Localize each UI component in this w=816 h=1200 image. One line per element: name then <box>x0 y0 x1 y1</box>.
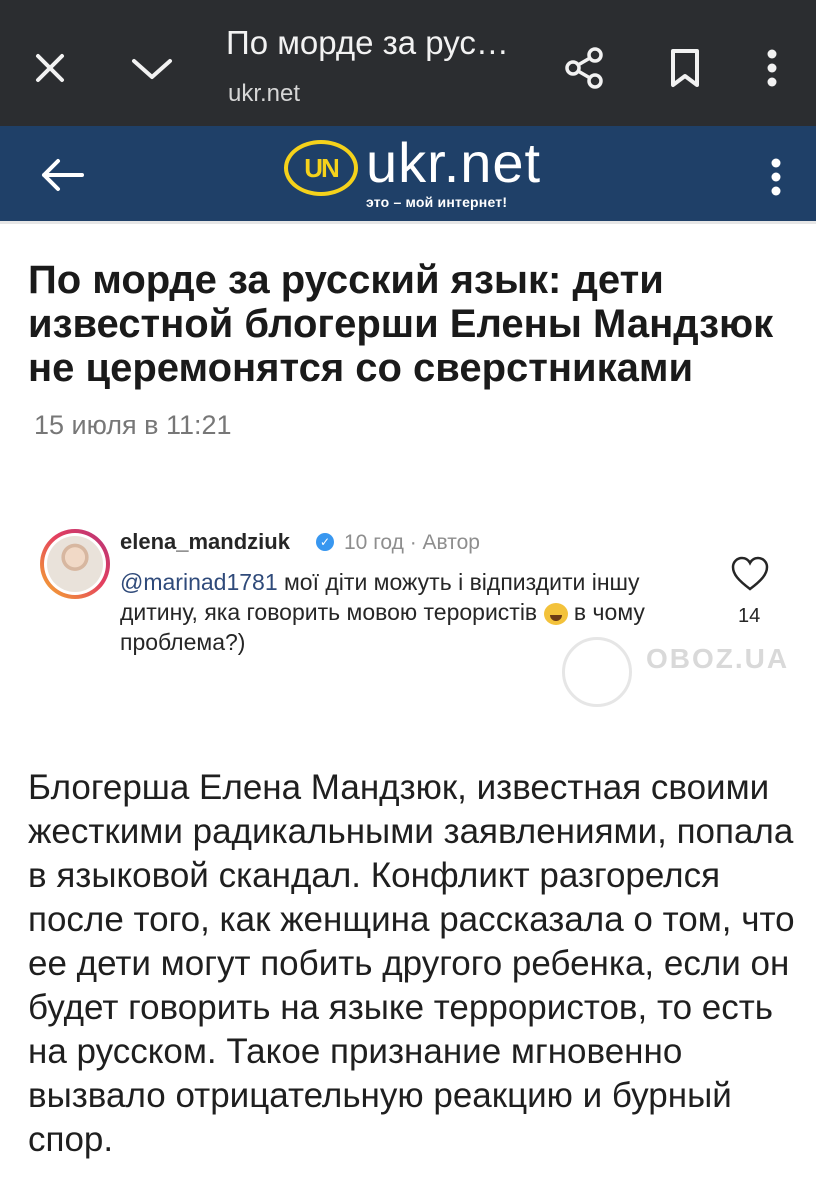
logo-text: ukr.net <box>366 131 542 194</box>
menu-button[interactable] <box>752 40 792 96</box>
logo-tagline: это – мой интернет! <box>366 194 508 210</box>
laughing-emoji-icon <box>543 602 568 625</box>
share-button[interactable] <box>556 40 612 96</box>
comment-meta: 10 год · Автор <box>344 531 480 554</box>
embedded-comment-image: elena_mandziuk ✓ 10 год · Автор @marinad… <box>30 505 800 725</box>
site-header: UN ukr.net это – мой интернет! <box>0 126 816 224</box>
logo-mark: UN <box>284 140 358 196</box>
tab-url: ukr.net <box>228 80 301 107</box>
share-icon <box>565 47 603 89</box>
bookmark-button[interactable] <box>660 40 710 96</box>
article-headline: По морде за русский язык: дети известной… <box>28 258 774 390</box>
close-tab-button[interactable] <box>26 44 74 92</box>
heart-icon <box>731 556 769 591</box>
bookmark-icon <box>671 49 699 87</box>
browser-toolbar: По морде за рус… ukr.net <box>0 0 816 126</box>
close-icon <box>36 54 64 82</box>
back-arrow-icon <box>42 159 84 191</box>
watermark-text: OBOZ.UA <box>646 643 790 674</box>
comment-likes: 14 <box>738 605 761 627</box>
more-vert-icon <box>771 158 781 196</box>
minimize-tab-button[interactable] <box>124 44 180 92</box>
avatar <box>40 529 110 599</box>
comment-username: elena_mandziuk <box>120 529 290 554</box>
tab-title: По морде за рус… <box>226 24 509 61</box>
article-date: 15 июля в 11:21 <box>34 410 232 440</box>
verified-icon: ✓ <box>316 533 334 551</box>
watermark-logo <box>562 637 632 707</box>
back-button[interactable] <box>34 150 90 200</box>
chevron-down-icon <box>132 59 172 79</box>
site-logo[interactable]: UN ukr.net это – мой интернет! <box>284 131 544 216</box>
site-menu-button[interactable] <box>756 152 796 202</box>
more-vert-icon <box>767 49 777 87</box>
comment-mention: @marinad1781 <box>120 569 278 595</box>
article-body: Блогерша Елена Мандзюк, известная своими… <box>28 768 795 1159</box>
